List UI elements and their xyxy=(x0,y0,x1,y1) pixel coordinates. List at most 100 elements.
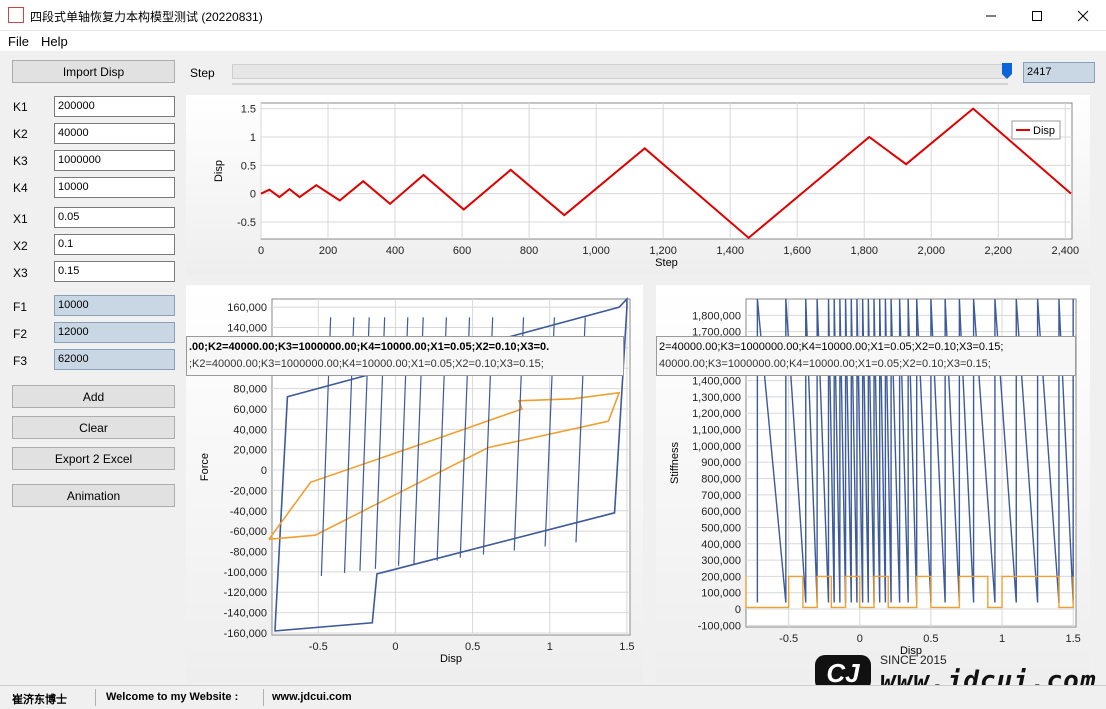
y-tick-label: 1,000,000 xyxy=(692,441,741,453)
y-tick-label: 1,400,000 xyxy=(692,376,741,388)
y-axis-label: Force xyxy=(199,453,211,481)
legend-label: Disp xyxy=(1033,125,1055,137)
minimize-icon xyxy=(986,15,996,16)
y-tick-label: -0.5 xyxy=(237,217,256,229)
menu-help[interactable]: Help xyxy=(41,34,68,49)
x-tick-label: -0.5 xyxy=(309,641,328,653)
force-label-f3: F3 xyxy=(13,354,28,368)
x-axis-label: Disp xyxy=(440,653,462,665)
force-label-f1: F1 xyxy=(13,300,28,314)
status-separator xyxy=(95,689,96,706)
animation-button[interactable]: Animation xyxy=(12,484,175,507)
menu-file[interactable]: File xyxy=(8,34,29,49)
y-tick-label: -160,000 xyxy=(224,628,267,640)
x-tick-label: 0.5 xyxy=(465,641,480,653)
param-label-k4: K4 xyxy=(13,181,28,195)
x-tick-label: 1.5 xyxy=(619,641,634,653)
x3-field[interactable]: 0.15 xyxy=(54,261,175,282)
x-axis-label: Step xyxy=(655,257,678,269)
y-tick-label: 1,800,000 xyxy=(692,310,741,322)
plot-area xyxy=(260,102,1073,240)
y-tick-label: 500,000 xyxy=(701,522,741,534)
x1-field[interactable]: 0.05 xyxy=(54,207,175,228)
disp-chart-panel: 0 200 400 600 800 1,000 1,200 1,400 1,600 1,800 2,… xyxy=(186,95,1090,275)
y-tick-label: 0.5 xyxy=(241,160,256,172)
x-tick-label: 2,400 xyxy=(1052,245,1080,257)
param-label-k1: K1 xyxy=(13,100,28,114)
overlay-right-line1: 2=40000.00;K3=1000000.00;K4=10000.00;X1=… xyxy=(659,341,1004,353)
x-tick-label: 0 xyxy=(857,633,863,645)
x-tick-label: 0 xyxy=(258,245,264,257)
overlay-right-line2: 40000.00;K3=1000000.00;K4=10000.00;X1=0.… xyxy=(659,358,991,370)
menu-bar: File Help xyxy=(0,31,1106,51)
y-axis-label: Stiffness xyxy=(669,442,681,484)
y-tick-label: 900,000 xyxy=(701,457,741,469)
y-tick-label: 20,000 xyxy=(233,445,267,457)
f2-field: 12000 xyxy=(54,322,175,343)
f1-field: 10000 xyxy=(54,295,175,316)
y-tick-label: 0 xyxy=(261,465,267,477)
minimize-button[interactable] xyxy=(968,0,1014,31)
disp-chart: 0 200 400 600 800 1,000 1,200 1,400 1,600 1,800 2,… xyxy=(213,102,1080,269)
add-button[interactable]: Add xyxy=(12,385,175,408)
step-slider-track[interactable] xyxy=(232,64,1006,79)
y-tick-label: 160,000 xyxy=(227,302,267,314)
param-label-x3: X3 xyxy=(13,266,28,280)
y-tick-label: -140,000 xyxy=(224,608,267,620)
y-tick-label: 1,200,000 xyxy=(692,408,741,420)
y-tick-label: 400,000 xyxy=(701,539,741,551)
y-tick-label: -60,000 xyxy=(230,526,267,538)
x-tick-label: 1.5 xyxy=(1066,633,1081,645)
clear-button[interactable]: Clear xyxy=(12,416,175,439)
window-title: 四段式单轴恢复力本构模型测试 (20220831) xyxy=(30,10,263,24)
x-tick-label: 2,200 xyxy=(985,245,1013,257)
x-tick-label: 800 xyxy=(520,245,538,257)
k2-field[interactable]: 40000 xyxy=(54,123,175,144)
y-tick-label: 1,100,000 xyxy=(692,425,741,437)
x-tick-label: 600 xyxy=(453,245,471,257)
x-tick-label: 1 xyxy=(547,641,553,653)
x-tick-label: 1,000 xyxy=(582,245,610,257)
watermark-since: SINCE 2015 xyxy=(880,653,947,667)
y-tick-label: 600,000 xyxy=(701,506,741,518)
y-tick-label: 1,300,000 xyxy=(692,392,741,404)
step-slider-thumb[interactable] xyxy=(1002,63,1012,79)
step-slider-line xyxy=(232,83,1008,85)
status-author: 崔济东博士 xyxy=(12,694,67,706)
force-label-f2: F2 xyxy=(13,327,28,341)
y-tick-label: 1 xyxy=(250,132,256,144)
y-tick-label: 300,000 xyxy=(701,555,741,567)
import-disp-button[interactable]: Import Disp xyxy=(12,60,175,83)
close-button[interactable] xyxy=(1060,0,1106,31)
param-label-k3: K3 xyxy=(13,154,28,168)
x-tick-label: -0.5 xyxy=(779,633,798,645)
export-excel-button[interactable]: Export 2 Excel xyxy=(12,447,175,470)
y-tick-label: -40,000 xyxy=(230,506,267,518)
param-label-x2: X2 xyxy=(13,239,28,253)
y-tick-label: 100,000 xyxy=(701,588,741,600)
y-tick-label: 140,000 xyxy=(227,323,267,335)
x2-field[interactable]: 0.1 xyxy=(54,234,175,255)
x-tick-label: 200 xyxy=(319,245,337,257)
k1-field[interactable]: 200000 xyxy=(54,96,175,117)
app-icon xyxy=(8,7,24,23)
k3-field[interactable]: 1000000 xyxy=(54,150,175,171)
x-tick-label: 400 xyxy=(386,245,404,257)
y-tick-label: -100,000 xyxy=(698,620,741,632)
y-tick-label: -80,000 xyxy=(230,547,267,559)
param-label-x1: X1 xyxy=(13,212,28,226)
y-tick-label: -20,000 xyxy=(230,485,267,497)
status-welcome: Welcome to my Website : xyxy=(106,691,239,703)
k4-field[interactable]: 10000 xyxy=(54,177,175,198)
x-tick-label: 0 xyxy=(392,641,398,653)
status-website[interactable]: www.jdcui.com xyxy=(272,691,352,703)
param-label-k2: K2 xyxy=(13,127,28,141)
y-tick-label: 0 xyxy=(250,189,256,201)
overlay-left-line2: ;K2=40000.00;K3=1000000.00;K4=10000.00;X… xyxy=(189,358,544,370)
x-tick-label: 1,400 xyxy=(716,245,744,257)
maximize-button[interactable] xyxy=(1014,0,1060,31)
x-tick-label: 0.5 xyxy=(923,633,938,645)
y-tick-label: 800,000 xyxy=(701,474,741,486)
status-separator xyxy=(263,689,264,706)
f3-field: 62000 xyxy=(54,349,175,370)
